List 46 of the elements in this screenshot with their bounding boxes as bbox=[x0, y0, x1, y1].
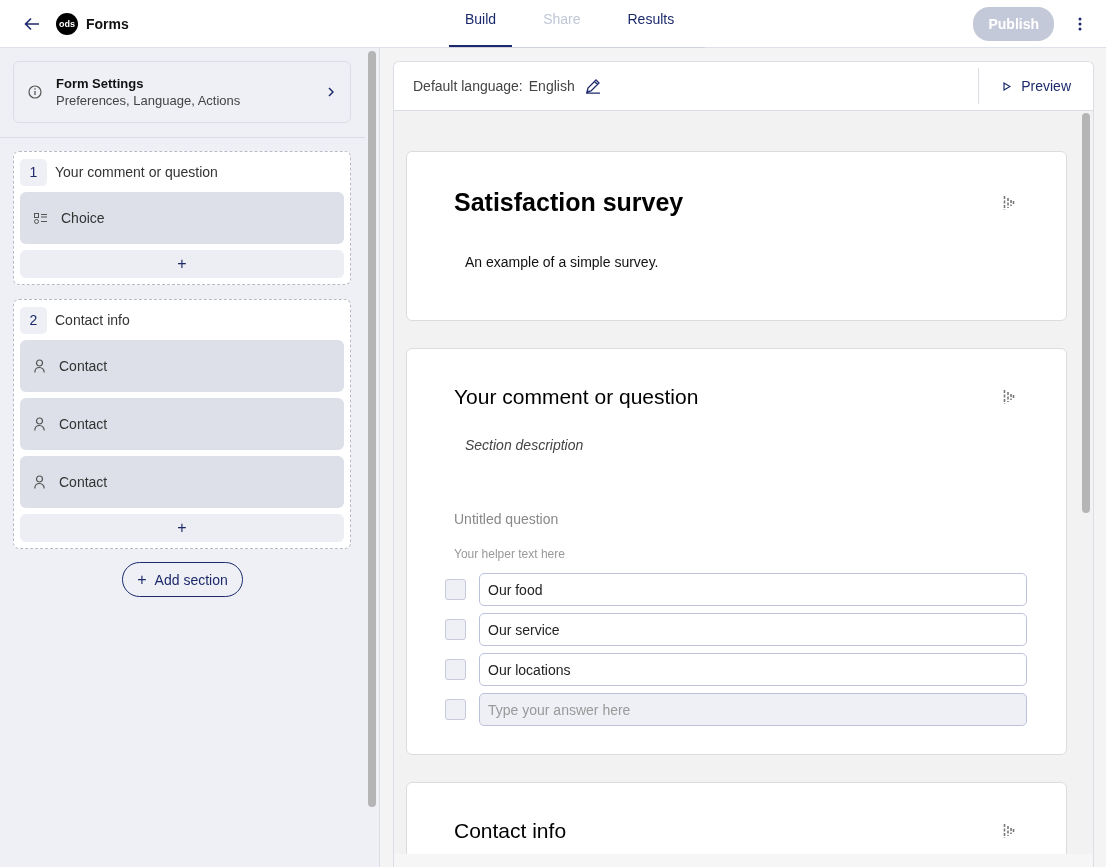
add-question-button[interactable]: + bbox=[20, 514, 344, 542]
drag-handle-icon[interactable] bbox=[1003, 195, 1015, 210]
option-input[interactable]: Our food bbox=[479, 573, 1027, 606]
form-description[interactable]: An example of a simple survey. bbox=[465, 254, 1018, 270]
more-options-icon[interactable] bbox=[1078, 16, 1082, 31]
checkbox[interactable] bbox=[445, 699, 466, 720]
checkbox[interactable] bbox=[445, 579, 466, 600]
info-icon bbox=[28, 85, 42, 99]
tab[interactable]: Results bbox=[611, 0, 691, 47]
play-icon bbox=[1003, 81, 1012, 91]
add-question-button[interactable]: + bbox=[20, 250, 344, 278]
form-title[interactable]: Satisfaction survey bbox=[454, 188, 684, 217]
logo: ods bbox=[56, 12, 78, 35]
section-heading[interactable]: Contact info bbox=[454, 819, 567, 843]
drag-handle-icon[interactable] bbox=[1003, 824, 1015, 838]
language-value: English bbox=[528, 78, 575, 94]
section-description[interactable]: Section description bbox=[465, 437, 1018, 453]
settings-title: Form Settings bbox=[56, 76, 145, 91]
checkbox[interactable] bbox=[445, 619, 466, 640]
drag-handle-icon[interactable] bbox=[1003, 390, 1015, 404]
option-input[interactable]: Our locations bbox=[479, 653, 1027, 686]
default-language-label: Default language: bbox=[413, 78, 523, 94]
section-number: 1 bbox=[20, 158, 47, 186]
question-item[interactable]: Contact bbox=[20, 398, 344, 450]
question-item[interactable]: Choice bbox=[20, 192, 344, 244]
section-number: 2 bbox=[20, 306, 47, 334]
person-icon bbox=[34, 475, 45, 489]
pencil-icon[interactable] bbox=[584, 78, 601, 94]
option-input[interactable]: Our service bbox=[479, 613, 1027, 646]
section-heading[interactable]: Your comment or question bbox=[454, 385, 699, 409]
app-title: Forms bbox=[86, 15, 129, 32]
section-title[interactable]: Contact info bbox=[55, 312, 130, 328]
person-icon bbox=[34, 417, 45, 431]
checkbox[interactable] bbox=[445, 659, 466, 680]
settings-subtitle: Preferences, Language, Actions bbox=[56, 93, 242, 108]
back-arrow-icon[interactable] bbox=[24, 16, 40, 31]
question-item[interactable]: Contact bbox=[20, 456, 344, 508]
chevron-right-icon bbox=[328, 87, 334, 97]
form-settings-card[interactable]: Form Settings Preferences, Language, Actions bbox=[13, 61, 351, 123]
list-icon bbox=[34, 212, 47, 224]
answer-input[interactable]: Type your answer here bbox=[479, 693, 1027, 726]
section-title[interactable]: Your comment or question bbox=[55, 164, 218, 180]
question-title[interactable]: Untitled question bbox=[454, 511, 1018, 527]
question-item[interactable]: Contact bbox=[20, 340, 344, 392]
preview-button[interactable]: Preview bbox=[978, 68, 1093, 104]
person-icon bbox=[34, 359, 45, 373]
